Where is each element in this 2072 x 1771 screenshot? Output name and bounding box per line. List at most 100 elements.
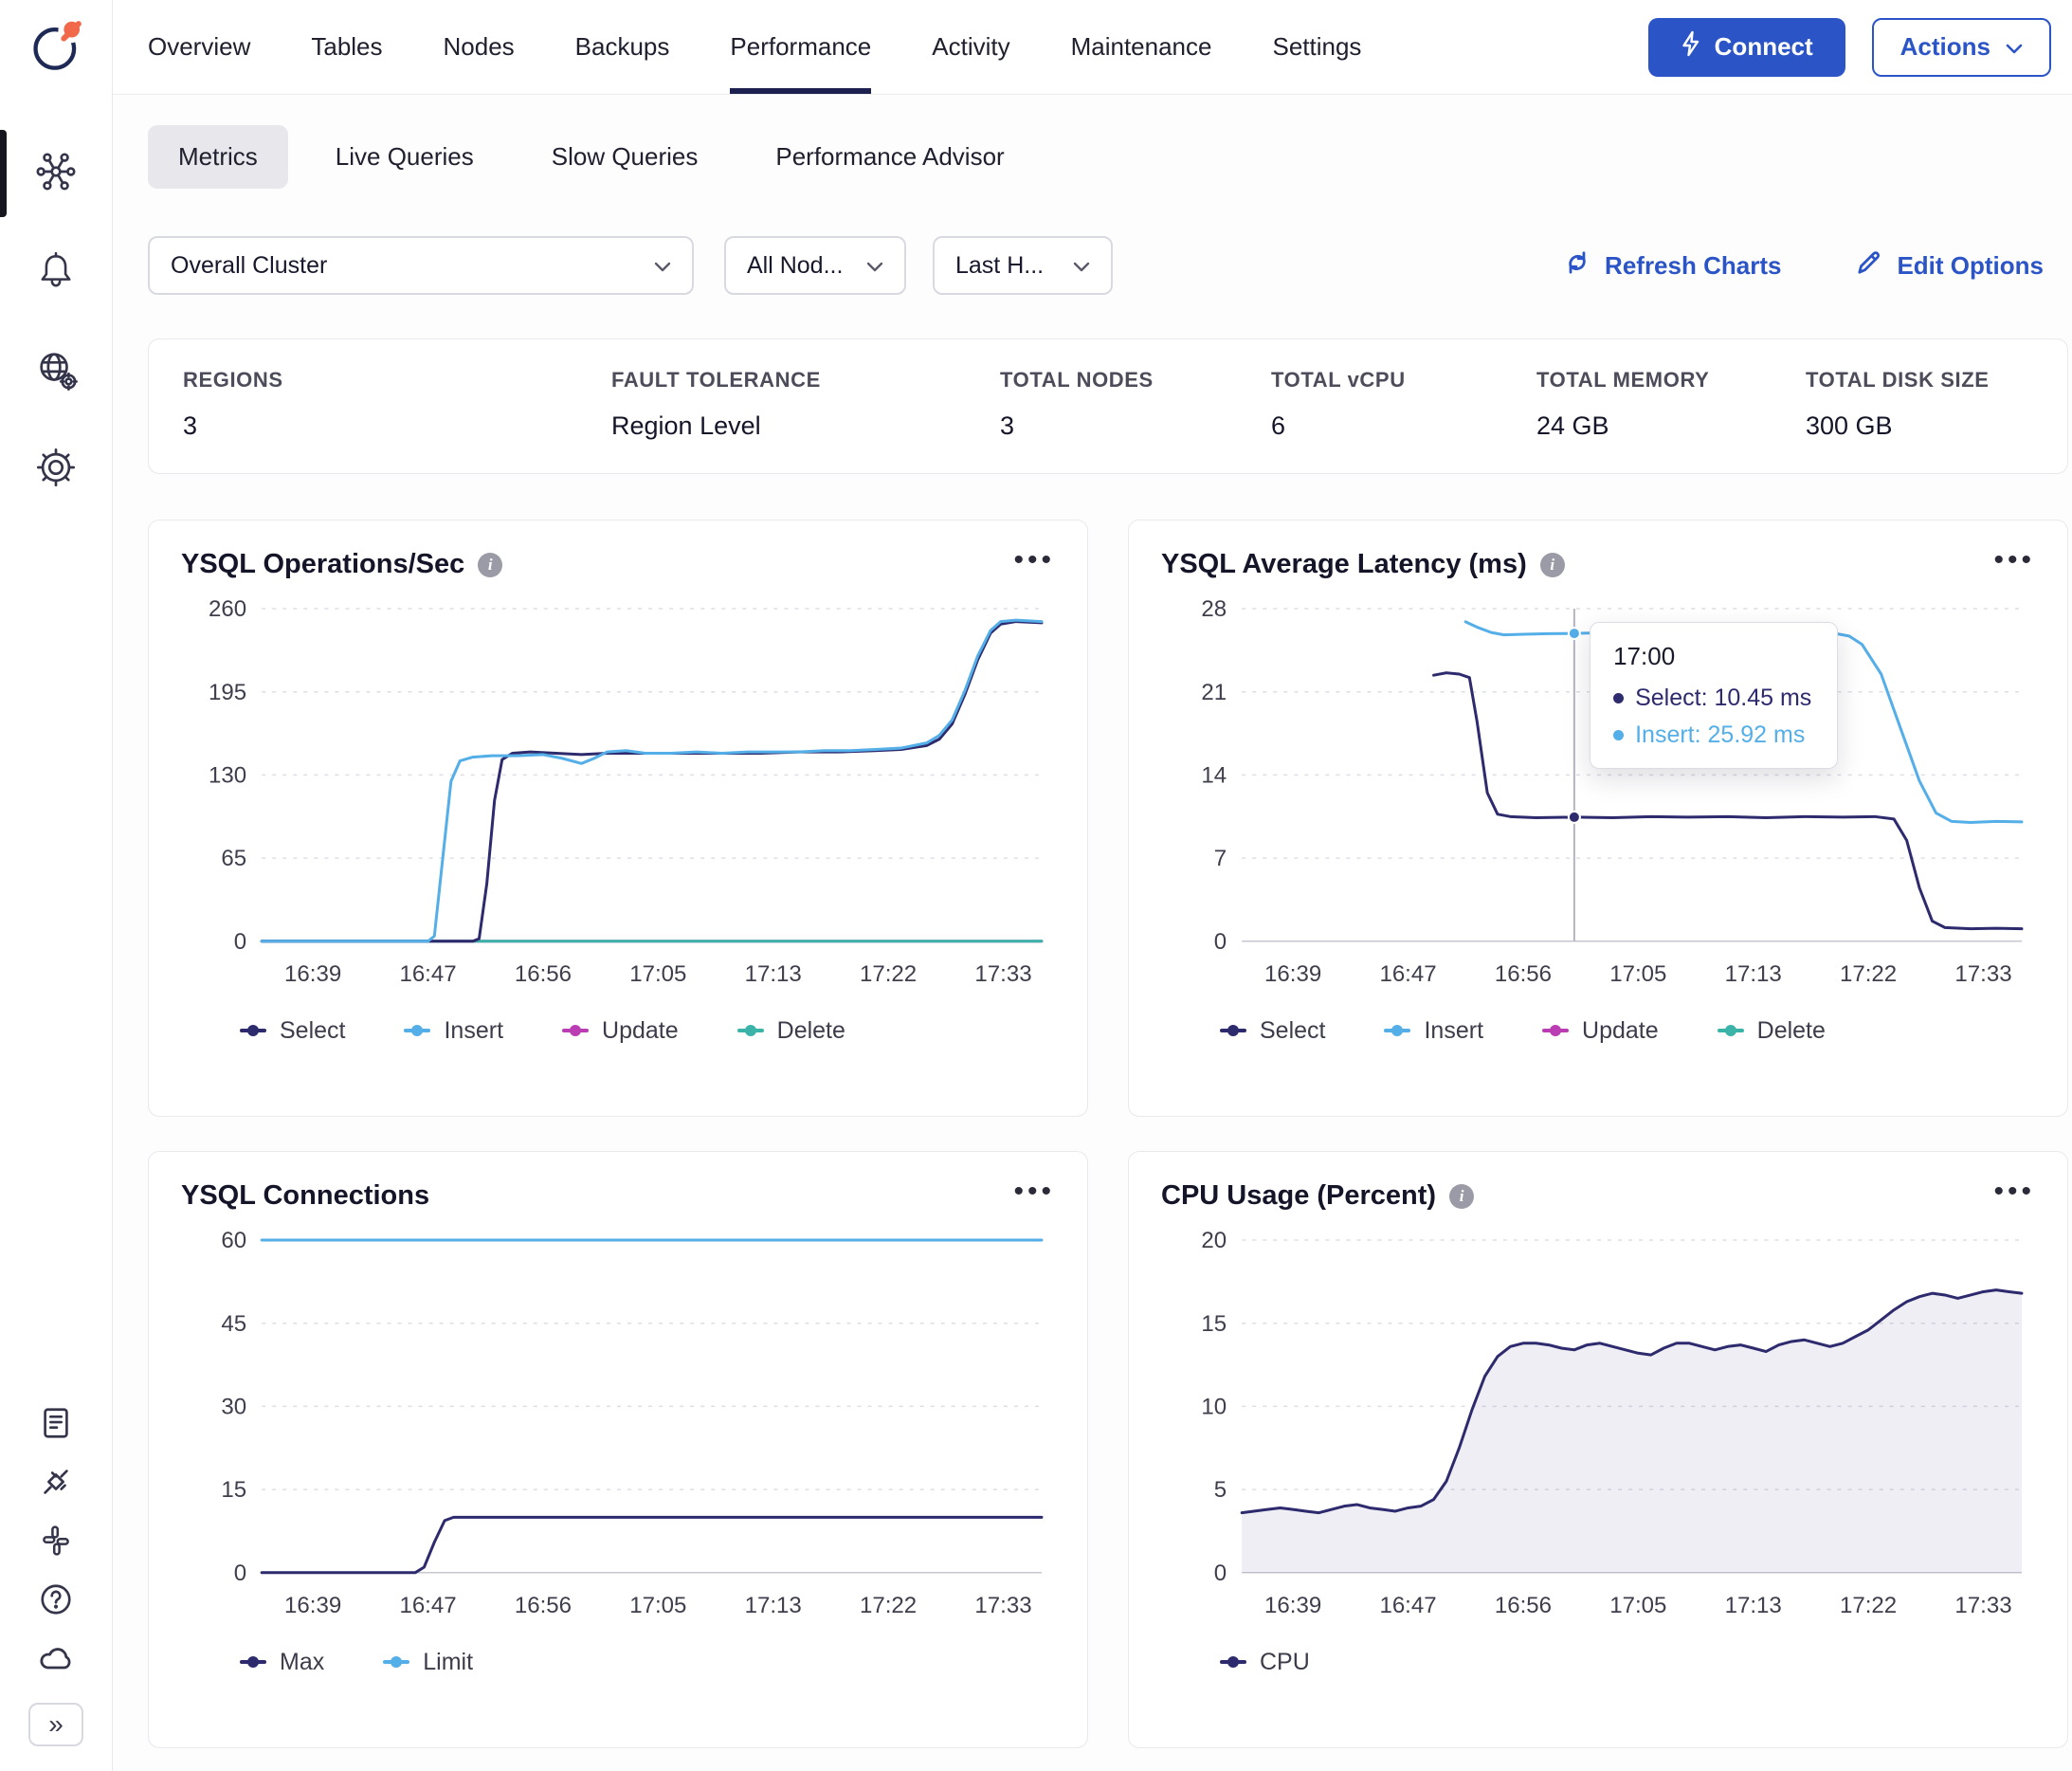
legend-marker xyxy=(240,1656,266,1669)
svg-text:16:56: 16:56 xyxy=(515,961,572,987)
svg-text:16:47: 16:47 xyxy=(399,1593,456,1618)
time-range-select[interactable]: Last H... xyxy=(933,236,1113,295)
ysql-operations-chart[interactable]: 0 65 130 195 260 16:39 16:47 16:56 17:05 17:13 17:… xyxy=(181,590,1055,1000)
sidebar-item-clusters[interactable] xyxy=(0,124,113,223)
svg-text:17:13: 17:13 xyxy=(1725,961,1782,987)
chart-menu-button[interactable]: ••• xyxy=(1993,546,2035,576)
cluster-select[interactable]: Overall Cluster xyxy=(148,236,694,295)
sidebar-item-integrations[interactable] xyxy=(23,1454,89,1513)
stat-value: 3 xyxy=(1000,411,1015,440)
stat-total-memory: TOTAL MEMORY 24 GB xyxy=(1536,368,1806,441)
sidebar-item-settings[interactable] xyxy=(0,420,113,519)
tab-settings[interactable]: Settings xyxy=(1272,0,1361,94)
chart-card-ysql-operations: YSQL Operations/Sec i ••• 0 65 130 195 260 16… xyxy=(148,520,1088,1117)
stat-value: 6 xyxy=(1271,411,1286,440)
nodes-select[interactable]: All Nod... xyxy=(724,236,906,295)
svg-text:17:33: 17:33 xyxy=(1954,961,2011,987)
ysql-latency-chart[interactable]: 0 7 14 21 28 16:39 16:47 16:56 17:05 17:13 17:22 17… xyxy=(1161,590,2035,1000)
main-content: Overview Tables Nodes Backups Performanc… xyxy=(113,0,2072,1771)
legend-item-update[interactable]: Update xyxy=(562,1017,679,1045)
time-range-select-value: Last H... xyxy=(955,251,1045,279)
sidebar-item-network[interactable] xyxy=(0,321,113,420)
legend-label: Delete xyxy=(776,1016,845,1044)
svg-text:16:39: 16:39 xyxy=(284,961,341,987)
tab-performance[interactable]: Performance xyxy=(730,0,872,94)
actions-button[interactable]: Actions xyxy=(1871,17,2051,77)
legend-marker xyxy=(562,1025,590,1037)
tab-nodes[interactable]: Nodes xyxy=(444,0,515,94)
tab-maintenance[interactable]: Maintenance xyxy=(1071,0,1212,94)
chart-menu-button[interactable]: ••• xyxy=(1993,1178,2035,1208)
stat-regions: REGIONS 3 xyxy=(183,368,611,441)
subtab-metrics[interactable]: Metrics xyxy=(148,125,288,189)
chart-legend: Max Limit xyxy=(240,1649,1055,1676)
plug-icon xyxy=(38,1464,74,1505)
chart-menu-button[interactable]: ••• xyxy=(1013,546,1055,576)
svg-text:28: 28 xyxy=(1201,596,1227,622)
svg-text:0: 0 xyxy=(1214,1561,1227,1586)
chart-menu-button[interactable]: ••• xyxy=(1013,1178,1055,1208)
svg-text:20: 20 xyxy=(1201,1228,1227,1253)
legend-item-delete[interactable]: Delete xyxy=(736,1016,845,1045)
legend-item-insert[interactable]: Insert xyxy=(404,1017,503,1045)
sidebar-expand-button[interactable]: » xyxy=(28,1703,83,1746)
ysql-connections-chart[interactable]: 0 15 30 45 60 16:39 16:47 16:56 17:05 17:13 17:22 1… xyxy=(181,1221,1055,1632)
svg-text:16:47: 16:47 xyxy=(1379,961,1436,987)
info-icon[interactable]: i xyxy=(1449,1183,1475,1209)
tab-overview[interactable]: Overview xyxy=(148,0,250,94)
sidebar-item-help[interactable] xyxy=(23,1572,89,1631)
stat-total-disk: TOTAL DISK SIZE 300 GB xyxy=(1806,368,2067,441)
topbar-actions: Connect Actions xyxy=(1647,0,2051,94)
refresh-charts-label: Refresh Charts xyxy=(1605,250,1782,280)
sidebar-item-cloud-status[interactable] xyxy=(23,1631,89,1689)
chart-legend: CPU xyxy=(1220,1649,2035,1676)
performance-subtabs: Metrics Live Queries Slow Queries Perfor… xyxy=(148,125,2072,189)
subtab-live-queries[interactable]: Live Queries xyxy=(305,125,504,189)
legend-marker xyxy=(1384,1025,1411,1037)
cluster-select-value: Overall Cluster xyxy=(171,251,328,279)
subtab-slow-queries[interactable]: Slow Queries xyxy=(521,125,729,189)
legend-item-update[interactable]: Update xyxy=(1542,1017,1659,1045)
legend-item-select[interactable]: Select xyxy=(1220,1017,1325,1045)
edit-options-button[interactable]: Edit Options xyxy=(1855,248,2044,283)
stat-label: TOTAL vCPU xyxy=(1271,368,1406,392)
yugabyte-logo[interactable] xyxy=(27,17,85,81)
sidebar: » xyxy=(0,0,113,1771)
legend-item-select[interactable]: Select xyxy=(240,1017,345,1045)
sidebar-item-docs[interactable] xyxy=(23,1396,89,1454)
connect-button[interactable]: Connect xyxy=(1647,17,1845,77)
svg-text:17:05: 17:05 xyxy=(1609,961,1666,987)
legend-item-cpu[interactable]: CPU xyxy=(1220,1649,1310,1676)
lightning-icon xyxy=(1681,30,1701,64)
subtab-performance-advisor[interactable]: Performance Advisor xyxy=(745,125,1034,189)
tab-label: Tables xyxy=(311,32,383,61)
svg-text:16:39: 16:39 xyxy=(284,1593,341,1618)
info-icon[interactable]: i xyxy=(478,552,503,577)
legend-item-limit[interactable]: Limit xyxy=(383,1649,473,1676)
cluster-stats-bar: REGIONS 3 FAULT TOLERANCE Region Level T… xyxy=(148,338,2068,474)
legend-item-delete[interactable]: Delete xyxy=(1717,1017,1826,1045)
chevron-down-icon xyxy=(2006,32,2023,62)
chart-actions: Refresh Charts Edit Options xyxy=(1563,248,2044,283)
tab-backups[interactable]: Backups xyxy=(575,0,670,94)
legend-item-max[interactable]: Max xyxy=(240,1649,324,1676)
sidebar-item-alerts[interactable] xyxy=(0,223,113,321)
legend-item-insert[interactable]: Insert xyxy=(1384,1017,1483,1045)
tab-tables[interactable]: Tables xyxy=(311,0,382,94)
legend-label: Update xyxy=(1582,1016,1659,1044)
legend-marker xyxy=(383,1656,410,1669)
chevrons-right-icon: » xyxy=(48,1709,64,1739)
chart-title: YSQL Average Latency (ms) xyxy=(1161,549,1527,579)
info-icon[interactable]: i xyxy=(1539,552,1565,577)
cpu-usage-chart[interactable]: 0 5 10 15 20 16:39 16:47 16:56 17:05 17:13 17:22 17… xyxy=(1161,1221,2035,1632)
chevron-down-icon xyxy=(1073,252,1090,280)
chart-title: YSQL Operations/Sec xyxy=(181,549,465,579)
cluster-network-icon xyxy=(34,150,78,198)
tooltip-time: 17:00 xyxy=(1613,642,1676,670)
sidebar-item-slack[interactable] xyxy=(23,1513,89,1572)
svg-text:17:05: 17:05 xyxy=(1609,1593,1666,1618)
refresh-charts-button[interactable]: Refresh Charts xyxy=(1563,248,1781,283)
tab-activity[interactable]: Activity xyxy=(932,0,1009,94)
svg-text:17:22: 17:22 xyxy=(860,961,917,987)
chart-card-cpu-usage: CPU Usage (Percent) i ••• 0 5 10 15 20 16:39 1… xyxy=(1128,1151,2068,1748)
